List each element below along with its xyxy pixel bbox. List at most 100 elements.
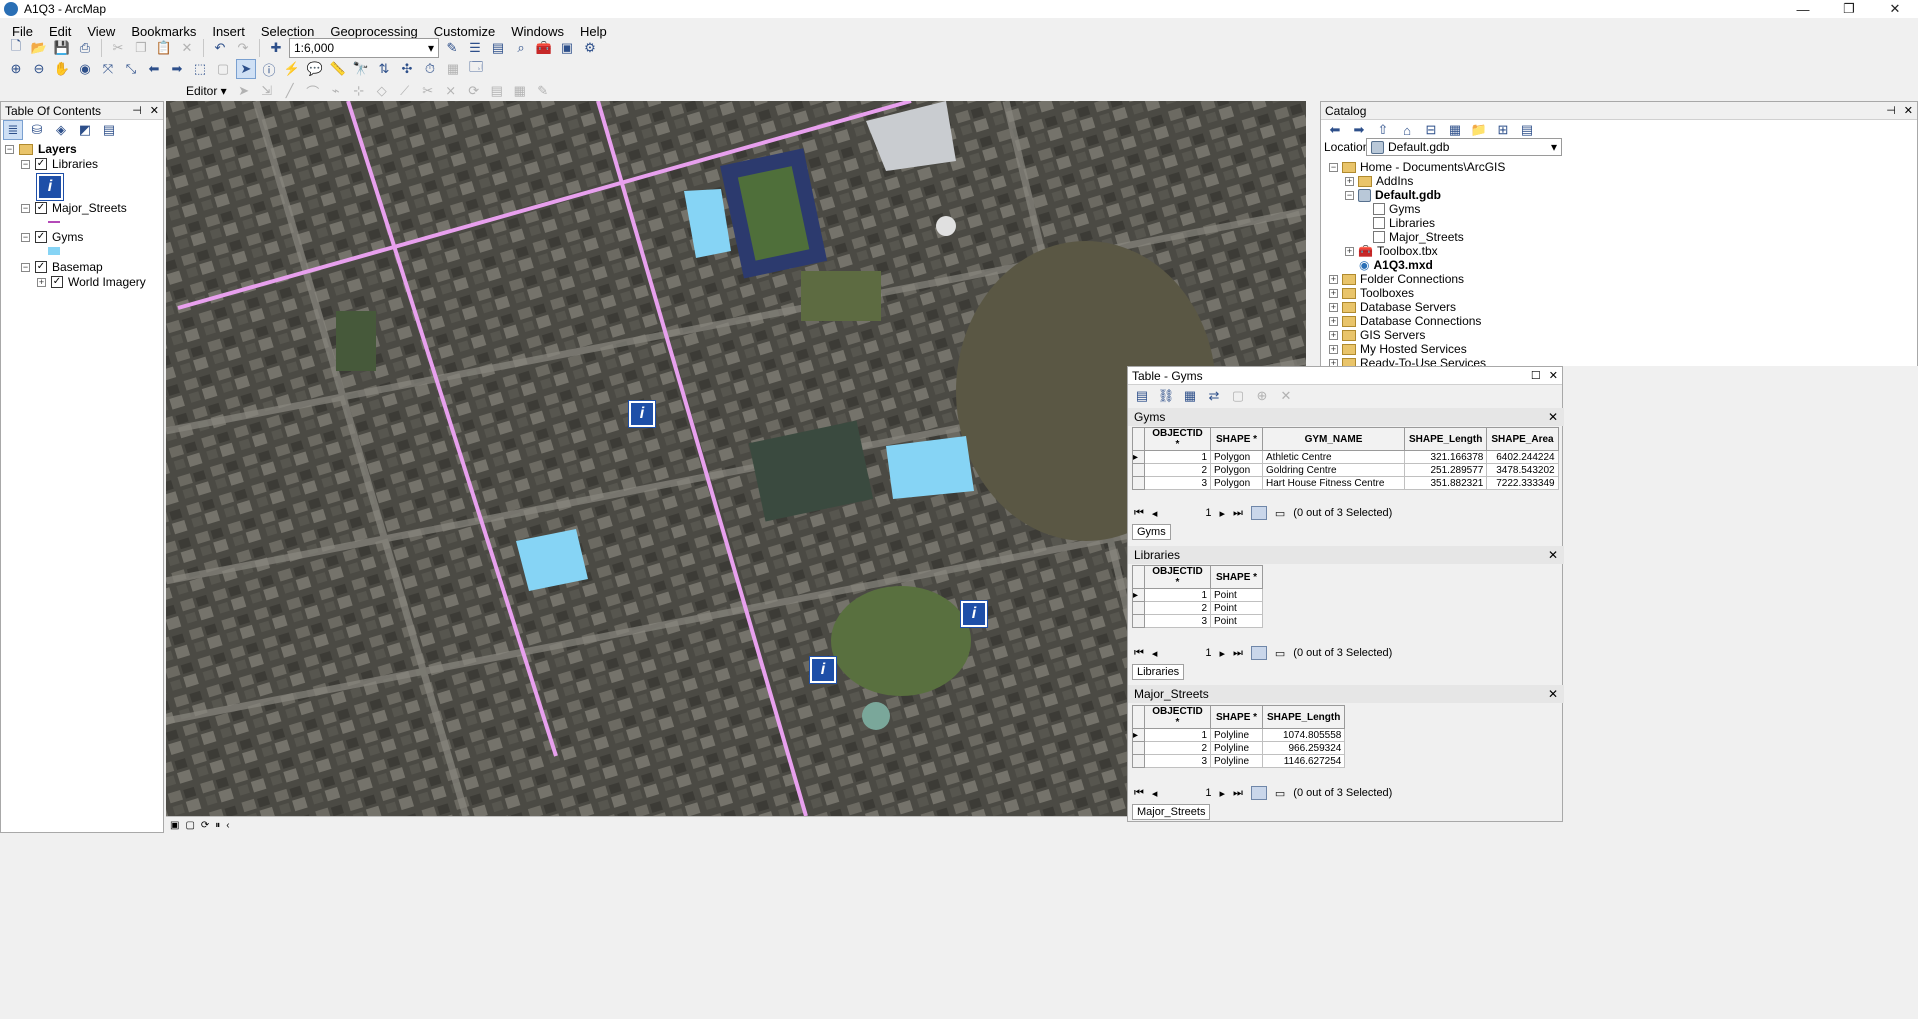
close-icon[interactable]: ✕ <box>1548 410 1558 424</box>
row-selector[interactable] <box>1132 476 1145 490</box>
table-cell[interactable]: Point <box>1210 588 1263 602</box>
tree-gyms[interactable]: Gyms <box>1373 202 1420 216</box>
expand-icon[interactable]: + <box>1345 246 1354 256</box>
last-record-icon[interactable]: ⏭ <box>1233 507 1243 520</box>
list-by-drawing-order-icon[interactable]: ≣ <box>3 120 23 140</box>
tree-my-hosted-services[interactable]: + My Hosted Services <box>1329 342 1467 356</box>
toc-layer-gyms[interactable]: − ✓ Gyms <box>21 230 83 244</box>
expand-icon[interactable]: + <box>37 277 46 287</box>
show-selected-records-icon[interactable]: ▭ <box>1275 647 1285 660</box>
previous-record-icon[interactable]: ◂ <box>1152 507 1158 520</box>
column-header[interactable]: SHAPE * <box>1210 427 1263 451</box>
close-icon[interactable]: ✕ <box>1872 0 1918 18</box>
zoom-out-icon[interactable]: ⊖ <box>29 59 49 79</box>
toc-layer-basemap[interactable]: − ✓ Basemap <box>21 260 103 274</box>
expand-icon[interactable]: + <box>1329 358 1338 366</box>
row-selector[interactable] <box>1132 614 1145 628</box>
undo-icon[interactable]: ↶ <box>210 38 230 58</box>
streets-table-tab[interactable]: Major_Streets <box>1132 804 1211 820</box>
table-cell[interactable]: Polyline <box>1210 728 1263 742</box>
maximize-icon[interactable]: ❐ <box>1826 0 1872 18</box>
views-icon[interactable]: ▦ <box>1445 120 1465 140</box>
table-cell[interactable]: 251.289577 <box>1403 463 1488 477</box>
tree-database-connections[interactable]: + Database Connections <box>1329 314 1481 328</box>
table-cell[interactable]: Polyline <box>1210 741 1263 755</box>
redo-icon[interactable]: ↷ <box>233 38 253 58</box>
previous-record-icon[interactable]: ◂ <box>1152 647 1158 660</box>
column-header[interactable]: GYM_NAME <box>1262 427 1405 451</box>
modelbuilder-icon[interactable]: ⚙ <box>580 38 600 58</box>
forward-arrow-icon[interactable]: ➡ <box>1349 120 1369 140</box>
last-record-icon[interactable]: ⏭ <box>1233 647 1243 660</box>
identify-icon[interactable]: ⓘ <box>259 59 279 79</box>
clear-selection-icon[interactable]: ▢ <box>213 59 233 79</box>
next-record-icon[interactable]: ▸ <box>1219 507 1225 520</box>
maximize-icon[interactable]: ☐ <box>1531 369 1541 382</box>
tree-view-icon[interactable]: ⊞ <box>1493 120 1513 140</box>
table-cell[interactable]: 351.882321 <box>1403 476 1488 490</box>
table-cell[interactable]: 1146.627254 <box>1261 754 1346 768</box>
show-all-records-icon[interactable] <box>1250 786 1267 800</box>
library-marker-3[interactable]: i <box>809 656 837 684</box>
select-features-icon[interactable]: ⬚ <box>190 59 210 79</box>
table-cell[interactable]: Hart House Fitness Centre <box>1262 476 1405 490</box>
split-icon[interactable]: ⨯ <box>441 81 461 101</box>
expand-icon[interactable]: + <box>1329 274 1338 284</box>
zoom-to-selected-icon[interactable]: ⊕ <box>1252 386 1272 406</box>
show-all-records-icon[interactable] <box>1250 646 1267 660</box>
copy-icon[interactable]: ❐ <box>131 38 151 58</box>
collapse-icon[interactable]: − <box>21 203 30 213</box>
table-cell[interactable]: Polygon <box>1210 450 1263 464</box>
row-selector[interactable]: ▸ <box>1132 450 1145 464</box>
add-data-icon[interactable]: ✚ <box>266 38 286 58</box>
connect-folder-icon[interactable]: 📁 <box>1469 120 1489 140</box>
first-record-icon[interactable]: ⏮ <box>1134 787 1144 800</box>
table-cell[interactable]: 7222.333349 <box>1486 476 1559 490</box>
toc-layer-libraries[interactable]: − ✓ Libraries <box>21 157 98 171</box>
next-record-icon[interactable]: ▸ <box>1219 647 1225 660</box>
pin-icon[interactable]: ⊣ <box>1886 104 1896 117</box>
expand-icon[interactable]: + <box>1329 344 1338 354</box>
table-cell[interactable]: Goldring Centre <box>1262 463 1405 477</box>
layer-visibility-checkbox[interactable]: ✓ <box>35 261 47 273</box>
delete-icon[interactable]: ✕ <box>177 38 197 58</box>
table-cell[interactable]: 1 <box>1144 728 1211 742</box>
tree-libraries[interactable]: Libraries <box>1373 216 1435 230</box>
catalog-window-icon[interactable]: ▤ <box>488 38 508 58</box>
row-selector[interactable] <box>1132 463 1145 477</box>
list-by-visibility-icon[interactable]: ◈ <box>51 120 71 140</box>
full-extent-globe-icon[interactable]: ◉ <box>75 59 95 79</box>
tree-ready-to-use-services[interactable]: + Ready-To-Use Services <box>1329 356 1486 366</box>
go-to-xy-icon[interactable]: ✣ <box>397 59 417 79</box>
collapse-icon[interactable]: − <box>21 159 30 169</box>
gym-polygon-symbol[interactable] <box>48 247 60 255</box>
viewer-window-icon[interactable]: 🗔 <box>466 59 486 79</box>
sketch-properties-icon[interactable]: ▦ <box>510 81 530 101</box>
row-selector[interactable] <box>1132 754 1145 768</box>
table-row[interactable]: ▸ 1 Point <box>1132 588 1263 602</box>
list-by-source-icon[interactable]: ⛁ <box>27 120 47 140</box>
zoom-in-icon[interactable]: ⊕ <box>6 59 26 79</box>
table-cell[interactable]: 6402.244224 <box>1486 450 1559 464</box>
table-cell[interactable]: 966.259324 <box>1261 741 1346 755</box>
cut-polygons-icon[interactable]: ✂ <box>418 81 438 101</box>
table-cell[interactable]: Point <box>1210 601 1263 615</box>
time-slider-icon[interactable]: ⏱ <box>420 59 440 79</box>
table-row[interactable]: 3 Polyline 1146.627254 <box>1132 754 1346 768</box>
row-selector[interactable]: ▸ <box>1132 588 1145 602</box>
last-record-icon[interactable]: ⏭ <box>1233 787 1243 800</box>
table-cell[interactable]: 3478.543202 <box>1486 463 1559 477</box>
attributes-icon[interactable]: ▤ <box>487 81 507 101</box>
data-view-icon[interactable]: ▢ <box>185 820 194 831</box>
find-route-icon[interactable]: ⇅ <box>374 59 394 79</box>
options-icon[interactable]: ▤ <box>99 120 119 140</box>
row-selector[interactable] <box>1132 741 1145 755</box>
tree-gis-servers[interactable]: + GIS Servers <box>1329 328 1425 342</box>
table-cell[interactable]: 2 <box>1144 463 1211 477</box>
table-cell[interactable]: Polygon <box>1210 463 1263 477</box>
table-cell[interactable]: 3 <box>1144 476 1211 490</box>
table-cell[interactable]: Point <box>1210 614 1263 628</box>
expand-icon[interactable]: + <box>1329 316 1338 326</box>
show-selected-records-icon[interactable]: ▭ <box>1275 787 1285 800</box>
layer-visibility-checkbox[interactable]: ✓ <box>51 276 63 288</box>
